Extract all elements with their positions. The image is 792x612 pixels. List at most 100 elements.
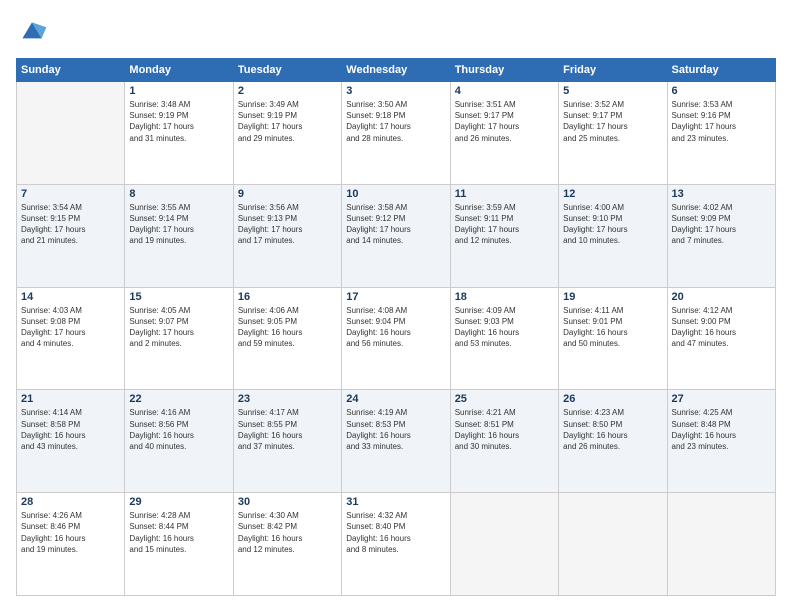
calendar-day-11: 11 Sunrise: 3:59 AM Sunset: 9:11 PM Dayli… [450,184,558,287]
calendar-week-5: 28 Sunrise: 4:26 AM Sunset: 8:46 PM Dayli… [17,493,776,596]
day-info: Sunrise: 4:28 AM Sunset: 8:44 PM Dayligh… [129,510,228,555]
weekday-header-saturday: Saturday [667,59,775,82]
calendar-day-15: 15 Sunrise: 4:05 AM Sunset: 9:07 PM Dayli… [125,287,233,390]
calendar-table: SundayMondayTuesdayWednesdayThursdayFrid… [16,58,776,596]
day-info: Sunrise: 3:59 AM Sunset: 9:11 PM Dayligh… [455,202,554,247]
calendar-day-9: 9Sunrise: 3:56 AM Sunset: 9:13 PM Daylig… [233,184,341,287]
calendar-week-3: 14 Sunrise: 4:03 AM Sunset: 9:08 PM Dayli… [17,287,776,390]
calendar-day-7: 7Sunrise: 3:54 AM Sunset: 9:15 PM Daylig… [17,184,125,287]
day-info: Sunrise: 4:16 AM Sunset: 8:56 PM Dayligh… [129,407,228,452]
day-number: 12 [563,188,662,200]
calendar-day-22: 22 Sunrise: 4:16 AM Sunset: 8:56 PM Dayli… [125,390,233,493]
weekday-header-sunday: Sunday [17,59,125,82]
day-info: Sunrise: 3:55 AM Sunset: 9:14 PM Dayligh… [129,202,228,247]
weekday-header-thursday: Thursday [450,59,558,82]
calendar-day-26: 26Sunrise: 4:23 AM Sunset: 8:50 PM Dayli… [559,390,667,493]
day-number: 20 [672,291,771,303]
calendar-day-25: 25 Sunrise: 4:21 AM Sunset: 8:51 PM Dayli… [450,390,558,493]
day-number: 7 [21,188,120,200]
day-number: 28 [21,496,120,508]
calendar-day-6: 6 Sunrise: 3:53 AM Sunset: 9:16 PM Daylig… [667,82,775,185]
day-info: Sunrise: 4:05 AM Sunset: 9:07 PM Dayligh… [129,305,228,350]
day-info: Sunrise: 3:53 AM Sunset: 9:16 PM Dayligh… [672,99,771,144]
calendar-day-8: 8 Sunrise: 3:55 AM Sunset: 9:14 PM Daylig… [125,184,233,287]
day-number: 1 [129,85,228,97]
weekday-header-monday: Monday [125,59,233,82]
day-number: 24 [346,393,445,405]
calendar-day-28: 28 Sunrise: 4:26 AM Sunset: 8:46 PM Dayli… [17,493,125,596]
calendar-day-17: 17 Sunrise: 4:08 AM Sunset: 9:04 PM Dayli… [342,287,450,390]
calendar-day-16: 16Sunrise: 4:06 AM Sunset: 9:05 PM Dayli… [233,287,341,390]
calendar-day-3: 3 Sunrise: 3:50 AM Sunset: 9:18 PM Daylig… [342,82,450,185]
day-number: 4 [455,85,554,97]
day-info: Sunrise: 4:12 AM Sunset: 9:00 PM Dayligh… [672,305,771,350]
day-info: Sunrise: 4:30 AM Sunset: 8:42 PM Dayligh… [238,510,337,555]
calendar-empty [559,493,667,596]
calendar-body: 1 Sunrise: 3:48 AM Sunset: 9:19 PM Daylig… [17,82,776,596]
day-number: 18 [455,291,554,303]
day-info: Sunrise: 4:03 AM Sunset: 9:08 PM Dayligh… [21,305,120,350]
calendar-day-20: 20 Sunrise: 4:12 AM Sunset: 9:00 PM Dayli… [667,287,775,390]
day-number: 15 [129,291,228,303]
logo [16,16,52,48]
calendar-day-12: 12 Sunrise: 4:00 AM Sunset: 9:10 PM Dayli… [559,184,667,287]
calendar-day-13: 13 Sunrise: 4:02 AM Sunset: 9:09 PM Dayli… [667,184,775,287]
day-number: 21 [21,393,120,405]
day-number: 5 [563,85,662,97]
calendar-day-30: 30 Sunrise: 4:30 AM Sunset: 8:42 PM Dayli… [233,493,341,596]
day-info: Sunrise: 4:02 AM Sunset: 9:09 PM Dayligh… [672,202,771,247]
day-info: Sunrise: 4:00 AM Sunset: 9:10 PM Dayligh… [563,202,662,247]
day-info: Sunrise: 4:09 AM Sunset: 9:03 PM Dayligh… [455,305,554,350]
day-info: Sunrise: 4:32 AM Sunset: 8:40 PM Dayligh… [346,510,445,555]
day-number: 30 [238,496,337,508]
day-number: 2 [238,85,337,97]
day-info: Sunrise: 3:49 AM Sunset: 9:19 PM Dayligh… [238,99,337,144]
day-info: Sunrise: 3:58 AM Sunset: 9:12 PM Dayligh… [346,202,445,247]
day-info: Sunrise: 4:21 AM Sunset: 8:51 PM Dayligh… [455,407,554,452]
calendar-day-4: 4Sunrise: 3:51 AM Sunset: 9:17 PM Daylig… [450,82,558,185]
day-number: 14 [21,291,120,303]
day-number: 22 [129,393,228,405]
day-number: 10 [346,188,445,200]
calendar-day-2: 2 Sunrise: 3:49 AM Sunset: 9:19 PM Daylig… [233,82,341,185]
day-info: Sunrise: 3:50 AM Sunset: 9:18 PM Dayligh… [346,99,445,144]
calendar-day-18: 18 Sunrise: 4:09 AM Sunset: 9:03 PM Dayli… [450,287,558,390]
header [16,16,776,48]
calendar-week-1: 1 Sunrise: 3:48 AM Sunset: 9:19 PM Daylig… [17,82,776,185]
day-number: 25 [455,393,554,405]
day-number: 13 [672,188,771,200]
day-info: Sunrise: 3:48 AM Sunset: 9:19 PM Dayligh… [129,99,228,144]
day-info: Sunrise: 4:17 AM Sunset: 8:55 PM Dayligh… [238,407,337,452]
day-number: 23 [238,393,337,405]
calendar-day-14: 14 Sunrise: 4:03 AM Sunset: 9:08 PM Dayli… [17,287,125,390]
calendar-week-2: 7Sunrise: 3:54 AM Sunset: 9:15 PM Daylig… [17,184,776,287]
day-info: Sunrise: 4:08 AM Sunset: 9:04 PM Dayligh… [346,305,445,350]
day-number: 31 [346,496,445,508]
day-number: 16 [238,291,337,303]
calendar-day-5: 5 Sunrise: 3:52 AM Sunset: 9:17 PM Daylig… [559,82,667,185]
day-number: 19 [563,291,662,303]
page: SundayMondayTuesdayWednesdayThursdayFrid… [0,0,792,612]
calendar-day-1: 1 Sunrise: 3:48 AM Sunset: 9:19 PM Daylig… [125,82,233,185]
day-info: Sunrise: 3:52 AM Sunset: 9:17 PM Dayligh… [563,99,662,144]
calendar-day-29: 29 Sunrise: 4:28 AM Sunset: 8:44 PM Dayli… [125,493,233,596]
day-number: 6 [672,85,771,97]
day-number: 8 [129,188,228,200]
logo-icon [16,16,48,48]
day-number: 11 [455,188,554,200]
calendar-day-31: 31 Sunrise: 4:32 AM Sunset: 8:40 PM Dayli… [342,493,450,596]
calendar-day-23: 23 Sunrise: 4:17 AM Sunset: 8:55 PM Dayli… [233,390,341,493]
day-info: Sunrise: 4:11 AM Sunset: 9:01 PM Dayligh… [563,305,662,350]
day-number: 29 [129,496,228,508]
calendar-day-21: 21 Sunrise: 4:14 AM Sunset: 8:58 PM Dayli… [17,390,125,493]
day-info: Sunrise: 4:25 AM Sunset: 8:48 PM Dayligh… [672,407,771,452]
weekday-header-tuesday: Tuesday [233,59,341,82]
calendar-day-27: 27Sunrise: 4:25 AM Sunset: 8:48 PM Dayli… [667,390,775,493]
day-info: Sunrise: 4:19 AM Sunset: 8:53 PM Dayligh… [346,407,445,452]
weekday-header-friday: Friday [559,59,667,82]
day-info: Sunrise: 4:14 AM Sunset: 8:58 PM Dayligh… [21,407,120,452]
day-info: Sunrise: 4:26 AM Sunset: 8:46 PM Dayligh… [21,510,120,555]
day-number: 17 [346,291,445,303]
calendar-day-10: 10 Sunrise: 3:58 AM Sunset: 9:12 PM Dayli… [342,184,450,287]
day-number: 3 [346,85,445,97]
